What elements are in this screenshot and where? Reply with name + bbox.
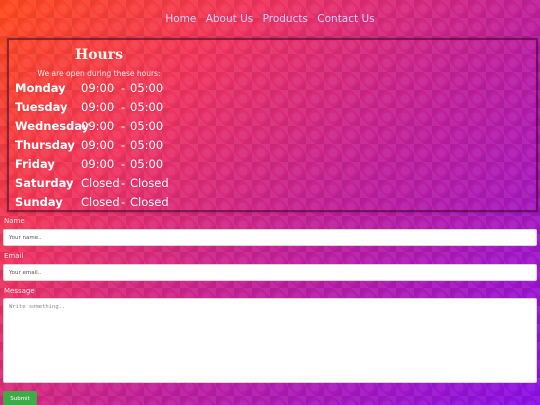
- hours-open: 09:00: [81, 138, 115, 152]
- hours-panel: Hours We are open during these hours: Mo…: [7, 38, 538, 212]
- nav-home-link[interactable]: Home: [165, 13, 196, 25]
- nav-contact-link[interactable]: Contact Us: [317, 13, 374, 25]
- name-input[interactable]: Your name..: [3, 229, 537, 246]
- hours-dash: -: [121, 195, 126, 209]
- hours-close: 05:00: [130, 100, 164, 114]
- email-input[interactable]: Your email..: [3, 264, 537, 281]
- hours-close: 05:00: [130, 138, 164, 152]
- hours-day: Thursday: [15, 138, 75, 152]
- hours-title: Hours: [74, 47, 123, 63]
- hours-dash: -: [121, 176, 126, 190]
- hours-close: 05:00: [130, 157, 164, 171]
- hours-day: Monday: [15, 81, 66, 95]
- hours-close: 05:00: [130, 119, 164, 133]
- message-textarea[interactable]: Write something..: [3, 298, 537, 383]
- hours-open: Closed: [81, 195, 120, 209]
- nav-products-link[interactable]: Products: [263, 13, 308, 25]
- message-label: Message: [4, 287, 35, 295]
- hours-dash: -: [121, 81, 126, 95]
- hours-open: 09:00: [81, 81, 115, 95]
- hours-subtitle: We are open during these hours:: [37, 69, 161, 78]
- hours-close: 05:00: [130, 81, 164, 95]
- hours-open: 09:00: [81, 157, 115, 171]
- name-label: Name: [4, 217, 25, 225]
- hours-close: Closed: [130, 195, 169, 209]
- hours-day: Wednesday: [15, 119, 90, 133]
- hours-day: Friday: [15, 157, 55, 171]
- top-nav: Home About Us Products Contact Us: [0, 13, 540, 25]
- hours-day: Tuesday: [15, 100, 68, 114]
- hours-dash: -: [121, 119, 126, 133]
- email-label: Email: [4, 252, 24, 260]
- submit-button[interactable]: Submit: [3, 391, 37, 405]
- hours-day: Saturday: [15, 176, 74, 190]
- hours-day: Sunday: [15, 195, 63, 209]
- nav-about-link[interactable]: About Us: [206, 13, 254, 25]
- hours-open: 09:00: [81, 119, 115, 133]
- hours-dash: -: [121, 100, 126, 114]
- hours-dash: -: [121, 138, 126, 152]
- hours-close: Closed: [130, 176, 169, 190]
- hours-open: Closed: [81, 176, 120, 190]
- hours-dash: -: [121, 157, 126, 171]
- hours-open: 09:00: [81, 100, 115, 114]
